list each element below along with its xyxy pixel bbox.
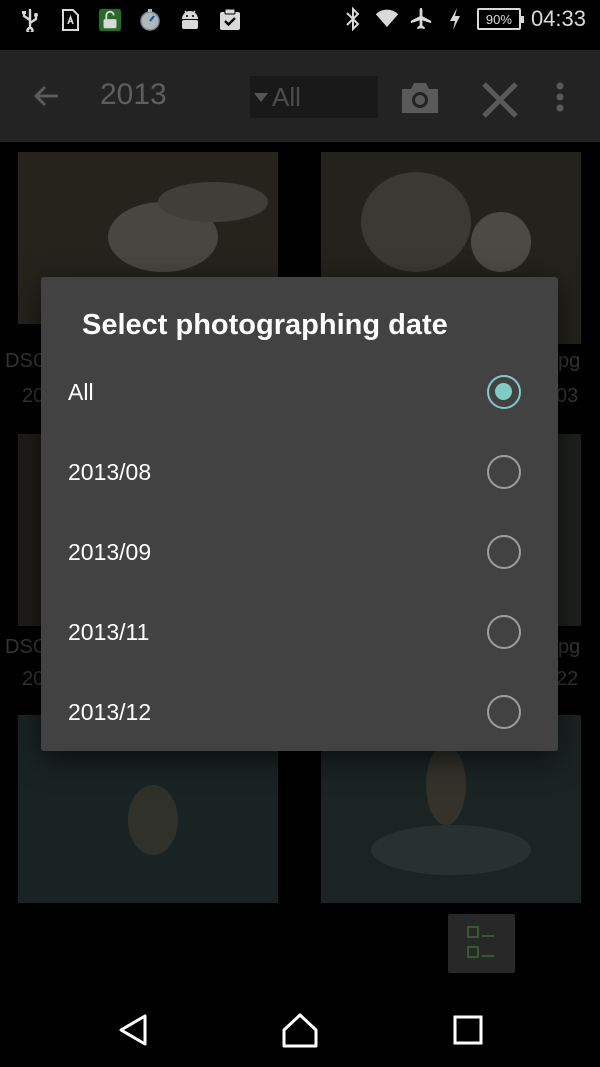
dialog-title: Select photographing date (82, 309, 448, 341)
option-2013-11[interactable]: 2013/11 (41, 592, 558, 672)
radio-button-checked[interactable] (487, 375, 521, 409)
option-label: 2013/08 (68, 458, 152, 485)
radio-button[interactable] (487, 535, 521, 569)
option-2013-09[interactable]: 2013/09 (41, 512, 558, 592)
select-date-dialog: Select photographing date All 2013/08 20… (41, 277, 558, 751)
radio-button[interactable] (487, 455, 521, 489)
option-label: 2013/11 (68, 618, 150, 645)
home-icon[interactable] (280, 1010, 320, 1050)
option-all[interactable]: All (41, 352, 558, 432)
option-label: 2013/09 (68, 538, 152, 565)
option-label: All (68, 378, 94, 405)
navigation-bar (0, 990, 600, 1067)
radio-button[interactable] (487, 615, 521, 649)
option-2013-12[interactable]: 2013/12 (41, 672, 558, 752)
option-2013-08[interactable]: 2013/08 (41, 432, 558, 512)
radio-button[interactable] (487, 695, 521, 729)
back-triangle-icon[interactable] (113, 1010, 153, 1050)
option-label: 2013/12 (68, 698, 152, 725)
recents-square-icon[interactable] (448, 1010, 488, 1050)
